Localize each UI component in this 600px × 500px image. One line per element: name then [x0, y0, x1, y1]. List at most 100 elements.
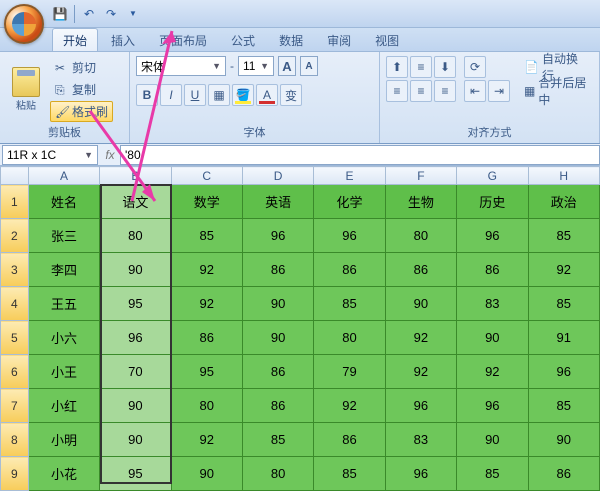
save-icon[interactable]: 💾: [52, 6, 68, 22]
cell[interactable]: 86: [242, 389, 313, 423]
cell-header[interactable]: 化学: [314, 185, 385, 219]
cell[interactable]: 小花: [28, 457, 99, 491]
cell[interactable]: 80: [242, 457, 313, 491]
font-color-button[interactable]: A: [256, 84, 278, 106]
cell[interactable]: 92: [457, 355, 528, 389]
cell[interactable]: 90: [171, 457, 242, 491]
font-family-combo[interactable]: 宋体▼: [136, 56, 226, 76]
cell[interactable]: 小红: [28, 389, 99, 423]
cell[interactable]: 95: [100, 457, 171, 491]
align-middle-button[interactable]: ≡: [410, 56, 432, 78]
cell[interactable]: 90: [457, 321, 528, 355]
cell[interactable]: 90: [385, 287, 456, 321]
cell-header[interactable]: 语文: [100, 185, 171, 219]
cell[interactable]: 92: [528, 253, 600, 287]
cell[interactable]: 85: [171, 219, 242, 253]
cell[interactable]: 92: [171, 253, 242, 287]
office-button[interactable]: [4, 4, 44, 44]
tab-2[interactable]: 页面布局: [148, 28, 218, 51]
col-header-G[interactable]: G: [457, 167, 528, 185]
cell[interactable]: 小明: [28, 423, 99, 457]
cell[interactable]: 86: [242, 253, 313, 287]
row-header-6[interactable]: 6: [1, 355, 29, 389]
row-header-5[interactable]: 5: [1, 321, 29, 355]
cell[interactable]: 96: [385, 389, 456, 423]
cell[interactable]: 80: [314, 321, 385, 355]
cell[interactable]: 90: [242, 287, 313, 321]
cell[interactable]: 92: [385, 321, 456, 355]
paste-button[interactable]: 粘贴: [6, 56, 46, 123]
fill-color-button[interactable]: 🪣: [232, 84, 254, 106]
row-header-1[interactable]: 1: [1, 185, 29, 219]
cell[interactable]: 83: [457, 287, 528, 321]
cell[interactable]: 96: [385, 457, 456, 491]
cell[interactable]: 91: [528, 321, 600, 355]
cell-header[interactable]: 生物: [385, 185, 456, 219]
border-button[interactable]: ▦: [208, 84, 230, 106]
cell[interactable]: 85: [528, 219, 600, 253]
bold-button[interactable]: B: [136, 84, 158, 106]
decrease-indent-button[interactable]: ⇤: [464, 80, 486, 102]
tab-0[interactable]: 开始: [52, 28, 98, 51]
cell-header[interactable]: 数学: [171, 185, 242, 219]
undo-icon[interactable]: ↶: [81, 6, 97, 22]
col-header-H[interactable]: H: [528, 167, 600, 185]
cell[interactable]: 92: [314, 389, 385, 423]
cell[interactable]: 90: [100, 389, 171, 423]
tab-5[interactable]: 审阅: [316, 28, 362, 51]
merge-center-button[interactable]: ▦合并后居中: [520, 80, 593, 102]
cell[interactable]: 83: [385, 423, 456, 457]
cell[interactable]: 95: [100, 287, 171, 321]
select-all-corner[interactable]: [1, 167, 29, 185]
cell[interactable]: 86: [314, 253, 385, 287]
cell[interactable]: 85: [242, 423, 313, 457]
italic-button[interactable]: I: [160, 84, 182, 106]
cell[interactable]: 90: [100, 423, 171, 457]
cell[interactable]: 86: [242, 355, 313, 389]
cell[interactable]: 86: [457, 253, 528, 287]
formula-input[interactable]: '80: [120, 145, 600, 165]
tab-6[interactable]: 视图: [364, 28, 410, 51]
cell[interactable]: 李四: [28, 253, 99, 287]
format-painter-button[interactable]: 🖌格式刷: [50, 101, 113, 122]
cell[interactable]: 96: [100, 321, 171, 355]
cell[interactable]: 86: [314, 423, 385, 457]
cell[interactable]: 85: [528, 389, 600, 423]
worksheet[interactable]: ABCDEFGH1姓名语文数学英语化学生物历史政治2张三808596968096…: [0, 166, 600, 491]
cell[interactable]: 79: [314, 355, 385, 389]
qat-dropdown-icon[interactable]: ▼: [125, 6, 141, 22]
row-header-7[interactable]: 7: [1, 389, 29, 423]
row-header-3[interactable]: 3: [1, 253, 29, 287]
cell-header[interactable]: 姓名: [28, 185, 99, 219]
col-header-D[interactable]: D: [242, 167, 313, 185]
align-top-button[interactable]: ⬆: [386, 56, 408, 78]
redo-icon[interactable]: ↷: [103, 6, 119, 22]
cell[interactable]: 86: [385, 253, 456, 287]
cut-button[interactable]: ✂剪切: [50, 57, 113, 78]
align-center-button[interactable]: ≡: [410, 80, 432, 102]
cell[interactable]: 96: [528, 355, 600, 389]
align-bottom-button[interactable]: ⬇: [434, 56, 456, 78]
align-left-button[interactable]: ≡: [386, 80, 408, 102]
cell[interactable]: 90: [242, 321, 313, 355]
cell[interactable]: 70: [100, 355, 171, 389]
cell[interactable]: 90: [100, 253, 171, 287]
cell[interactable]: 85: [528, 287, 600, 321]
cell[interactable]: 92: [385, 355, 456, 389]
cell[interactable]: 80: [385, 219, 456, 253]
cell[interactable]: 90: [457, 423, 528, 457]
font-size-combo[interactable]: 11▼: [238, 56, 274, 76]
cell[interactable]: 张三: [28, 219, 99, 253]
cell[interactable]: 96: [242, 219, 313, 253]
col-header-C[interactable]: C: [171, 167, 242, 185]
row-header-4[interactable]: 4: [1, 287, 29, 321]
row-header-8[interactable]: 8: [1, 423, 29, 457]
cell[interactable]: 80: [171, 389, 242, 423]
cell[interactable]: 92: [171, 423, 242, 457]
align-right-button[interactable]: ≡: [434, 80, 456, 102]
cell[interactable]: 96: [457, 219, 528, 253]
cell[interactable]: 92: [171, 287, 242, 321]
fx-icon[interactable]: fx: [100, 148, 120, 162]
row-header-2[interactable]: 2: [1, 219, 29, 253]
cell-header[interactable]: 英语: [242, 185, 313, 219]
